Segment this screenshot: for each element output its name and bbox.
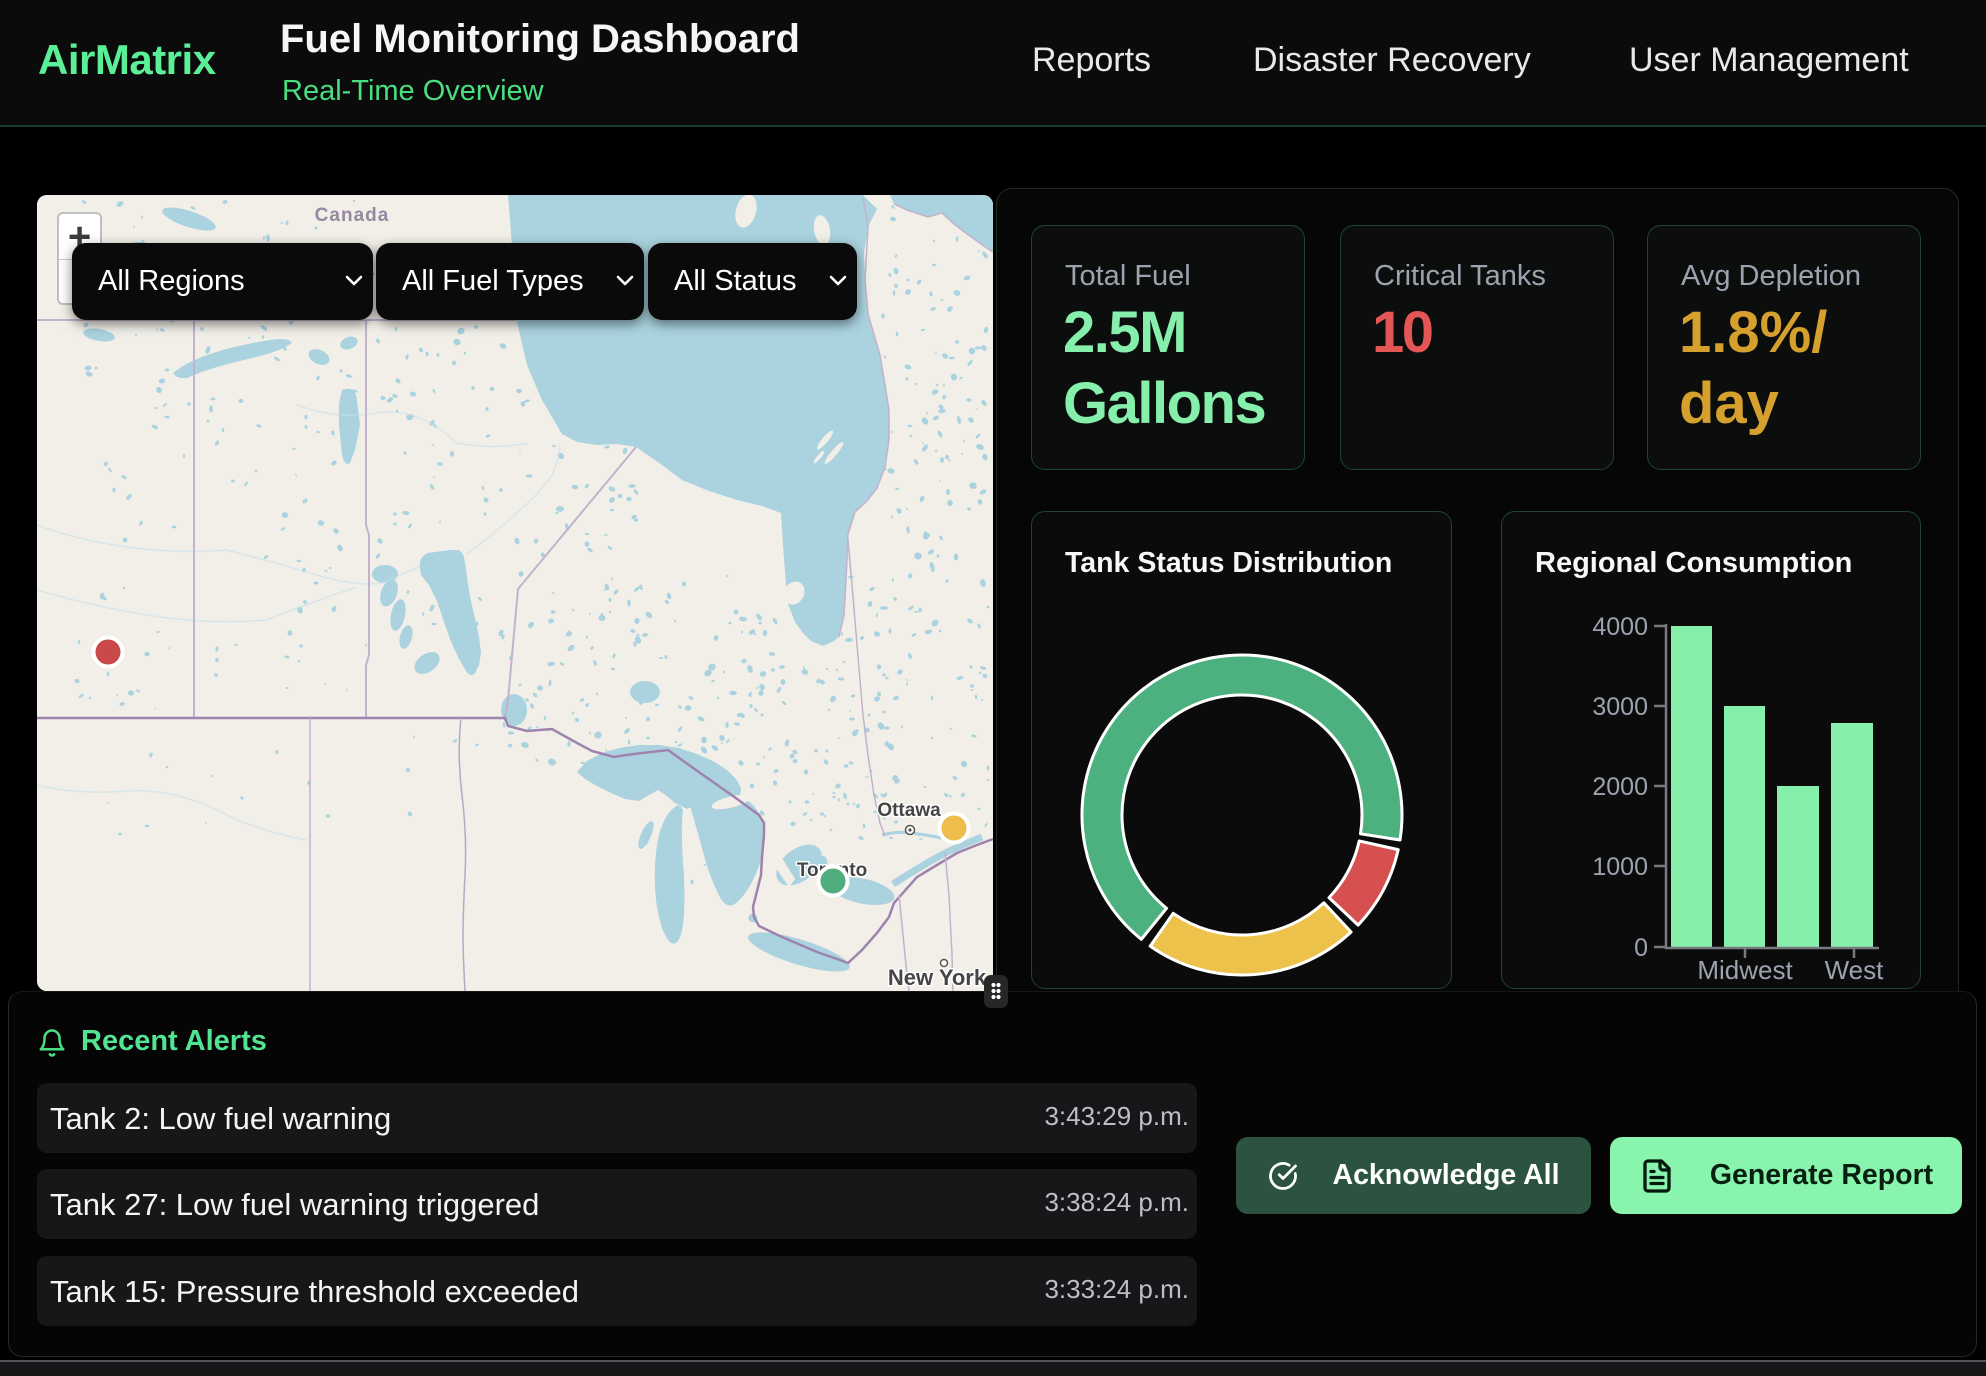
svg-text:3000: 3000: [1592, 693, 1648, 721]
svg-text:4000: 4000: [1592, 613, 1648, 641]
svg-text:Ottawa: Ottawa: [877, 800, 941, 821]
svg-text:0: 0: [1634, 934, 1648, 962]
svg-text:New York: New York: [888, 965, 987, 990]
svg-text:1000: 1000: [1592, 853, 1648, 881]
svg-text:2000: 2000: [1592, 773, 1648, 801]
svg-text:West: West: [1825, 955, 1885, 985]
svg-text:Canada: Canada: [315, 205, 390, 226]
svg-text:Midwest: Midwest: [1697, 955, 1793, 985]
